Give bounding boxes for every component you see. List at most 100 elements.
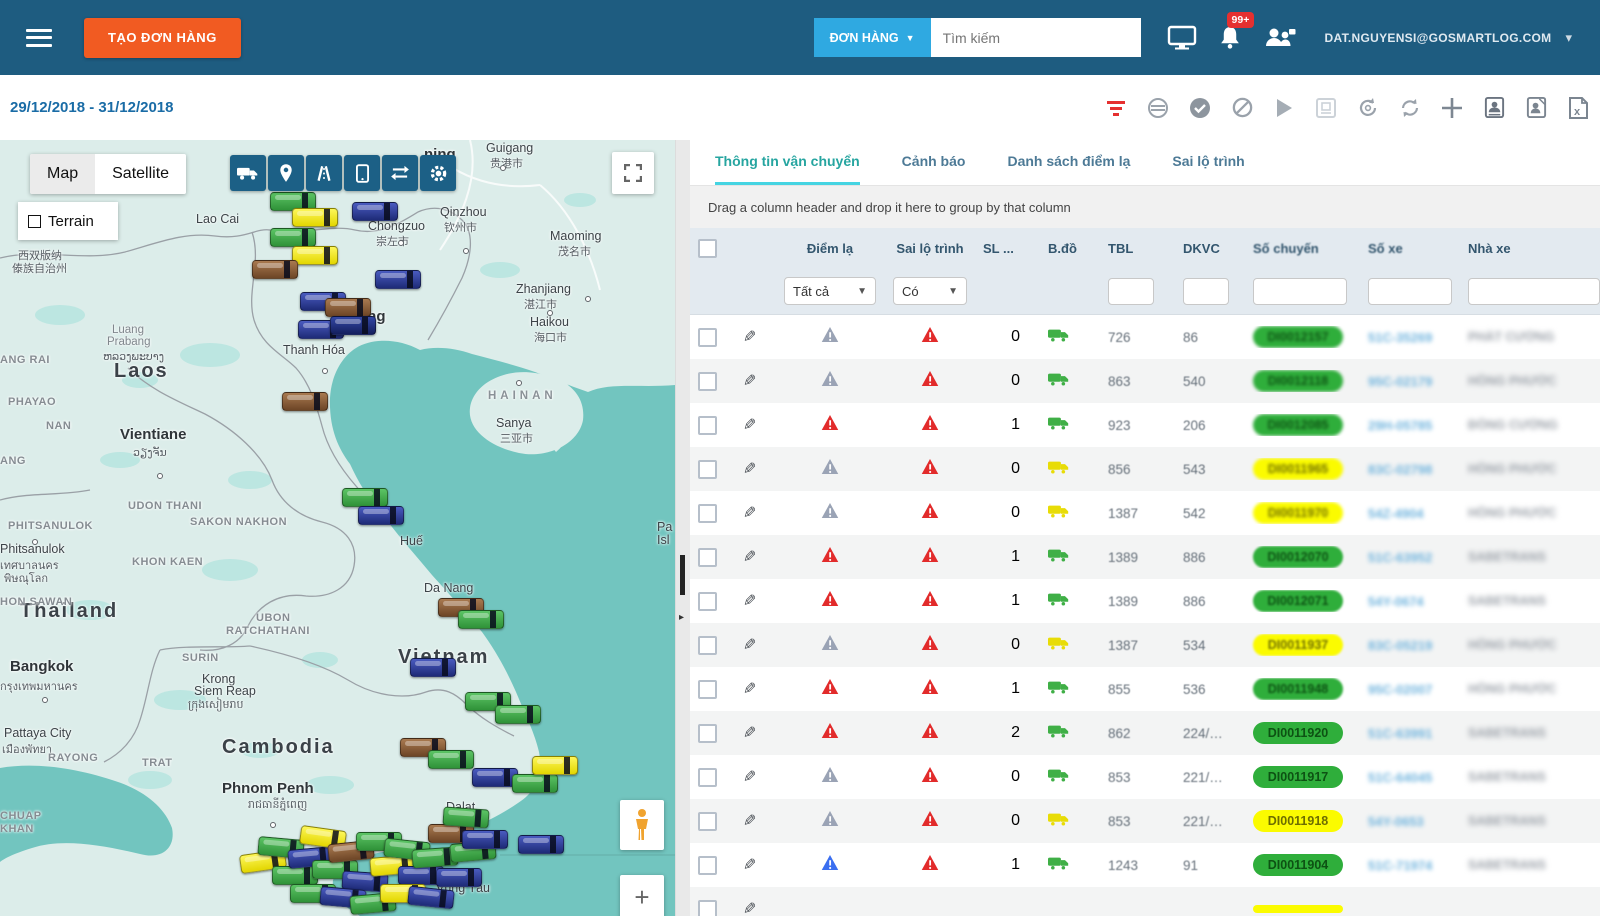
user-menu-chevron-icon[interactable]: ▾ xyxy=(1565,30,1572,46)
edit-icon[interactable]: ✎ xyxy=(743,899,756,916)
anomaly-warning-cell[interactable] xyxy=(775,766,885,788)
warning-triangle-icon[interactable] xyxy=(821,370,839,387)
map-tool-truck-icon[interactable] xyxy=(230,155,266,191)
truck-marker[interactable] xyxy=(518,835,564,854)
table-row[interactable]: ✎2862224/…DI001192051C-63991SABETRANS xyxy=(690,711,1600,755)
pegman-button[interactable] xyxy=(620,800,664,850)
table-row[interactable]: ✎0853221/…DI001191854Y-0653SABETRANS xyxy=(690,799,1600,843)
warning-triangle-icon[interactable] xyxy=(921,546,939,563)
trip-badge[interactable]: DI0011965 xyxy=(1253,458,1343,480)
fullscreen-button[interactable] xyxy=(612,152,654,194)
tab-4[interactable]: Sai lộ trình xyxy=(1172,140,1244,185)
map-tool-swap-icon[interactable] xyxy=(382,155,418,191)
warning-triangle-icon[interactable] xyxy=(821,722,839,739)
anomaly-warning-cell[interactable] xyxy=(775,854,885,876)
warning-triangle-icon[interactable] xyxy=(821,326,839,343)
table-row[interactable]: ✎1124391DI001190451C-71974SABETRANS xyxy=(690,843,1600,887)
date-range-picker[interactable]: 29/12/2018 - 31/12/2018 xyxy=(10,99,173,116)
table-row[interactable]: ✎01387542DI001197054Z-4904HỒNG PHƯỚC xyxy=(690,491,1600,535)
warning-triangle-icon[interactable] xyxy=(821,634,839,651)
trip-badge[interactable] xyxy=(1253,905,1343,913)
edit-icon[interactable]: ✎ xyxy=(743,503,756,523)
warning-triangle-icon[interactable] xyxy=(921,326,939,343)
table-row[interactable]: ✎11389886DI001207051C-63952SABETRANS xyxy=(690,535,1600,579)
panel-splitter[interactable]: ▸ xyxy=(675,140,690,916)
wheel-icon[interactable] xyxy=(1146,96,1170,120)
col-header-sl[interactable]: SL ... xyxy=(975,241,1040,256)
plate-number[interactable]: 95C-02179 xyxy=(1360,374,1460,389)
truck-marker[interactable] xyxy=(282,392,328,411)
ban-icon[interactable] xyxy=(1230,96,1254,120)
edit-icon[interactable]: ✎ xyxy=(743,767,756,787)
card-icon[interactable] xyxy=(1314,96,1338,120)
table-row[interactable]: ✎1923206DI001208529H-05785ĐỒNG CƯỜNG xyxy=(690,403,1600,447)
table-row[interactable]: ✎01387534DI001193783C-05219HỒNG PHƯỚC xyxy=(690,623,1600,667)
row-checkbox[interactable] xyxy=(698,460,717,479)
row-checkbox[interactable] xyxy=(698,372,717,391)
splitter-handle[interactable] xyxy=(680,555,685,595)
route-warning-cell[interactable] xyxy=(885,766,975,788)
trip-badge[interactable]: DI0011937 xyxy=(1253,634,1343,656)
search-input[interactable] xyxy=(931,18,1141,57)
trip-badge[interactable]: DI0011948 xyxy=(1253,678,1343,700)
row-checkbox[interactable] xyxy=(698,856,717,875)
col-header-so-chuyen[interactable]: Số chuyến xyxy=(1245,241,1360,256)
warning-triangle-icon[interactable] xyxy=(921,502,939,519)
truck-marker[interactable] xyxy=(330,316,376,335)
warning-triangle-icon[interactable] xyxy=(821,854,839,871)
route-warning-cell[interactable] xyxy=(885,326,975,348)
warning-triangle-icon[interactable] xyxy=(921,414,939,431)
col-header-so-xe[interactable]: Số xe xyxy=(1360,241,1460,256)
warning-triangle-icon[interactable] xyxy=(921,766,939,783)
warning-triangle-icon[interactable] xyxy=(921,854,939,871)
notifications-bell-icon[interactable]: 99+ xyxy=(1217,24,1243,51)
warning-triangle-icon[interactable] xyxy=(921,590,939,607)
anomaly-warning-cell[interactable] xyxy=(775,634,885,656)
module-dropdown[interactable]: ĐƠN HÀNG ▼ xyxy=(814,18,931,57)
warning-triangle-icon[interactable] xyxy=(821,810,839,827)
truck-marker[interactable] xyxy=(325,298,371,317)
splitter-collapse-icon[interactable]: ▸ xyxy=(679,612,684,623)
edit-icon[interactable]: ✎ xyxy=(743,635,756,655)
warning-triangle-icon[interactable] xyxy=(821,766,839,783)
truck-marker[interactable] xyxy=(352,202,398,221)
tab-1[interactable]: Thông tin vận chuyển xyxy=(715,140,860,185)
warning-triangle-icon[interactable] xyxy=(821,590,839,607)
filter-so-xe-input[interactable] xyxy=(1368,278,1452,305)
route-warning-cell[interactable] xyxy=(885,810,975,832)
edit-icon[interactable]: ✎ xyxy=(743,327,756,347)
filter-dkvc-input[interactable] xyxy=(1183,278,1229,305)
warning-triangle-icon[interactable] xyxy=(821,414,839,431)
truck-marker[interactable] xyxy=(292,246,338,265)
warning-triangle-icon[interactable] xyxy=(921,370,939,387)
row-checkbox[interactable] xyxy=(698,768,717,787)
select-all-checkbox[interactable] xyxy=(698,239,717,258)
terrain-checkbox[interactable] xyxy=(28,215,41,228)
trip-badge[interactable]: DI0011970 xyxy=(1253,502,1343,524)
edit-icon[interactable]: ✎ xyxy=(743,855,756,875)
warning-triangle-icon[interactable] xyxy=(821,678,839,695)
map-tool-route-icon[interactable] xyxy=(306,155,342,191)
truck-marker[interactable] xyxy=(342,488,388,507)
edit-icon[interactable]: ✎ xyxy=(743,547,756,567)
tab-2[interactable]: Cảnh báo xyxy=(902,140,966,185)
map-tool-gear-icon[interactable] xyxy=(420,155,456,191)
route-warning-cell[interactable] xyxy=(885,854,975,876)
zoom-in-button[interactable]: + xyxy=(620,875,664,916)
person-doc-icon[interactable] xyxy=(1482,96,1506,120)
col-header-bdo[interactable]: B.đồ xyxy=(1040,241,1100,256)
truck-marker[interactable] xyxy=(375,270,421,289)
row-checkbox[interactable] xyxy=(698,504,717,523)
excel-icon[interactable]: x xyxy=(1566,96,1590,120)
trip-badge[interactable]: DI0012118 xyxy=(1253,370,1343,392)
plate-number[interactable]: 54Y-0653 xyxy=(1360,814,1460,829)
row-checkbox[interactable] xyxy=(698,636,717,655)
route-warning-cell[interactable] xyxy=(885,634,975,656)
truck-marker[interactable] xyxy=(410,658,456,677)
map-type-satellite[interactable]: Satellite xyxy=(95,154,186,194)
trip-badge[interactable]: DI0011920 xyxy=(1253,722,1343,744)
plate-number[interactable]: 51C-63952 xyxy=(1360,550,1460,565)
warning-triangle-icon[interactable] xyxy=(921,458,939,475)
trip-badge[interactable]: DI0011918 xyxy=(1253,810,1343,832)
anomaly-warning-cell[interactable] xyxy=(775,722,885,744)
